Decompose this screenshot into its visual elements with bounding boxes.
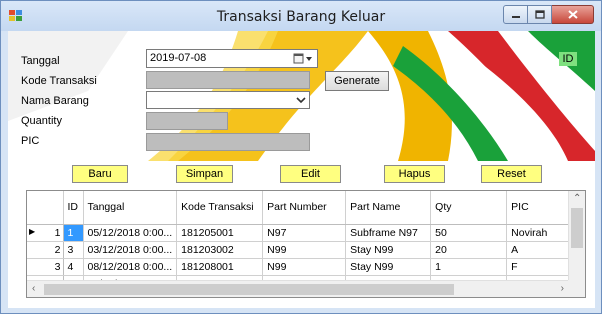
cell-id[interactable]: 1	[63, 224, 84, 242]
kode-transaksi-field[interactable]	[146, 71, 310, 89]
table-row[interactable]: ▶ 1 1 05/12/2018 0:00... 181205001 N97 Su…	[27, 224, 583, 242]
nama-barang-label: Nama Barang	[21, 95, 89, 107]
minimize-icon	[511, 15, 520, 18]
kode-transaksi-label: Kode Transaksi	[21, 75, 97, 87]
scroll-up-icon[interactable]: ⌃	[573, 193, 581, 204]
transaction-grid[interactable]: ID Tanggal Kode Transaksi Part Number Pa…	[26, 190, 586, 298]
simpan-button[interactable]: Simpan	[176, 165, 233, 183]
column-header-kode-transaksi[interactable]: Kode Transaksi	[176, 191, 264, 225]
row-header[interactable]: ▶ 1	[27, 224, 64, 242]
column-header-id[interactable]: ID	[63, 191, 84, 225]
title-bar[interactable]: Transaksi Barang Keluar	[1, 1, 601, 31]
chevron-down-icon	[296, 97, 306, 104]
form-client-area: Tanggal 2019-07-08 Kode Transaksi Genera…	[8, 31, 595, 308]
row-number: 1	[54, 226, 61, 239]
cell-id[interactable]: 3	[63, 241, 84, 259]
tanggal-date-picker[interactable]: 2019-07-08	[146, 49, 318, 68]
tanggal-value: 2019-07-08	[150, 52, 207, 64]
minimize-button[interactable]	[503, 5, 528, 24]
quantity-label: Quantity	[21, 115, 62, 127]
vertical-scrollbar[interactable]: ⌃	[568, 191, 585, 282]
cell-id[interactable]: 4	[63, 258, 84, 276]
grid-header-row: ID Tanggal Kode Transaksi Part Number Pa…	[27, 191, 583, 225]
tanggal-label: Tanggal	[21, 55, 60, 67]
column-header-part-name[interactable]: Part Name	[345, 191, 432, 225]
row-header[interactable]: 3	[27, 258, 64, 276]
cell-part-number[interactable]: N99	[262, 241, 347, 259]
cell-part-number[interactable]: N97	[262, 224, 347, 242]
cell-part-number[interactable]: N99	[262, 258, 347, 276]
table-row[interactable]: 3 4 08/12/2018 0:00... 181208001 N99 Sta…	[27, 258, 583, 276]
horizontal-scroll-thumb[interactable]	[44, 284, 454, 295]
scrollbar-corner	[568, 280, 585, 297]
row-header-corner	[27, 191, 64, 225]
cell-tanggal[interactable]: 03/12/2018 0:00...	[83, 241, 178, 259]
pic-label: PIC	[21, 135, 40, 147]
cell-qty[interactable]: 1	[430, 258, 508, 276]
cell-kode-transaksi[interactable]: 181203002	[176, 241, 264, 259]
app-window: Transaksi Barang Keluar Tanggal 2019-07-…	[0, 0, 602, 314]
quantity-field[interactable]	[146, 112, 228, 130]
horizontal-scrollbar[interactable]: ‹ ›	[27, 280, 570, 297]
cell-qty[interactable]: 50	[430, 224, 508, 242]
edit-button[interactable]: Edit	[280, 165, 341, 183]
current-row-arrow-icon: ▶	[29, 226, 36, 236]
reset-button[interactable]: Reset	[481, 165, 542, 183]
cell-part-name[interactable]: Stay N99	[345, 258, 432, 276]
grid-table: ID Tanggal Kode Transaksi Part Number Pa…	[27, 191, 583, 293]
scroll-right-icon[interactable]: ›	[561, 283, 564, 294]
calendar-dropdown-icon[interactable]	[293, 52, 315, 66]
cell-part-name[interactable]: Stay N99	[345, 241, 432, 259]
cell-tanggal[interactable]: 08/12/2018 0:00...	[83, 258, 178, 276]
id-tag: ID	[559, 52, 577, 66]
close-icon	[567, 10, 578, 19]
nama-barang-dropdown[interactable]	[146, 91, 310, 109]
cell-kode-transaksi[interactable]: 181208001	[176, 258, 264, 276]
maximize-icon	[534, 10, 545, 19]
baru-button[interactable]: Baru	[72, 165, 128, 183]
hapus-button[interactable]: Hapus	[384, 165, 445, 183]
table-row[interactable]: 2 3 03/12/2018 0:00... 181203002 N99 Sta…	[27, 241, 583, 259]
row-header[interactable]: 2	[27, 241, 64, 259]
cell-qty[interactable]: 20	[430, 241, 508, 259]
close-button[interactable]	[552, 5, 594, 24]
pic-field[interactable]	[146, 133, 310, 151]
vertical-scroll-thumb[interactable]	[571, 208, 583, 248]
maximize-button[interactable]	[528, 5, 552, 24]
cell-kode-transaksi[interactable]: 181205001	[176, 224, 264, 242]
generate-button[interactable]: Generate	[325, 71, 389, 91]
cell-part-name[interactable]: Subframe N97	[345, 224, 432, 242]
cell-tanggal[interactable]: 05/12/2018 0:00...	[83, 224, 178, 242]
column-header-qty[interactable]: Qty	[430, 191, 508, 225]
column-header-part-number[interactable]: Part Number	[262, 191, 347, 225]
column-header-tanggal[interactable]: Tanggal	[83, 191, 178, 225]
scroll-left-icon[interactable]: ‹	[32, 283, 35, 294]
